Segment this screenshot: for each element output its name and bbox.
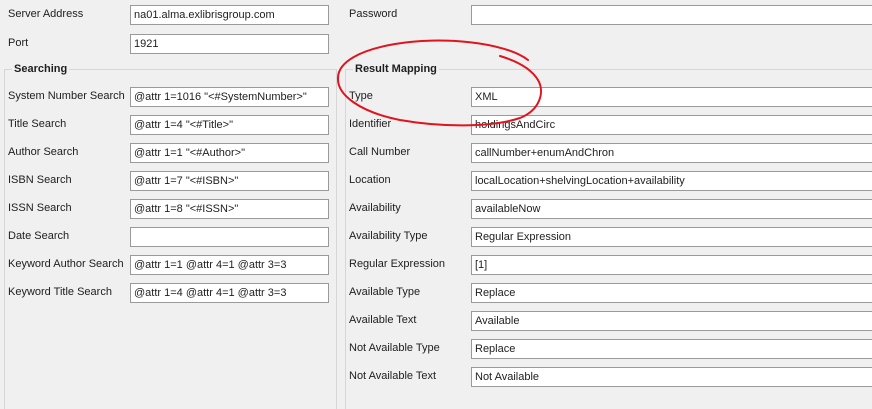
mapping-identifier-label: Identifier [349, 118, 392, 130]
mapping-not-available-text-field[interactable]: Not Available [471, 367, 872, 387]
mapping-type-field[interactable]: XML [471, 87, 872, 107]
mapping-available-type-field[interactable]: Replace [471, 283, 872, 303]
date-search-label: Date Search [8, 230, 70, 242]
keyword-title-search-label: Keyword Title Search [8, 286, 112, 298]
mapping-not-available-type-field[interactable]: Replace [471, 339, 872, 359]
mapping-available-type-label: Available Type [349, 286, 421, 298]
mapping-regular-expression-field[interactable]: [1] [471, 255, 872, 275]
result-mapping-group-title: Result Mapping [353, 63, 439, 75]
title-search-field[interactable]: @attr 1=4 "<#Title>" [130, 115, 329, 135]
mapping-call-number-label: Call Number [349, 146, 411, 158]
mapping-identifier-field[interactable]: holdingsAndCirc [471, 115, 872, 135]
mapping-availability-type-field[interactable]: Regular Expression [471, 227, 872, 247]
mapping-availability-label: Availability [349, 202, 401, 214]
issn-search-label: ISSN Search [8, 202, 72, 214]
mapping-available-text-label: Available Text [349, 314, 417, 326]
keyword-author-search-field[interactable]: @attr 1=1 @attr 4=1 @attr 3=3 [130, 255, 329, 275]
mapping-available-text-field[interactable]: Available [471, 311, 872, 331]
password-label: Password [349, 8, 398, 20]
mapping-not-available-type-label: Not Available Type [349, 342, 440, 354]
system-number-search-field[interactable]: @attr 1=1016 "<#SystemNumber>" [130, 87, 329, 107]
author-search-field[interactable]: @attr 1=1 "<#Author>" [130, 143, 329, 163]
system-number-search-label: System Number Search [8, 90, 125, 102]
isbn-search-field[interactable]: @attr 1=7 "<#ISBN>" [130, 171, 329, 191]
date-search-field[interactable] [130, 227, 329, 247]
password-field[interactable] [471, 5, 872, 25]
mapping-availability-field[interactable]: availableNow [471, 199, 872, 219]
mapping-not-available-text-label: Not Available Text [349, 370, 437, 382]
mapping-call-number-field[interactable]: callNumber+enumAndChron [471, 143, 872, 163]
mapping-availability-type-label: Availability Type [349, 230, 428, 242]
mapping-regular-expression-label: Regular Expression [349, 258, 445, 270]
server-address-field[interactable]: na01.alma.exlibrisgroup.com [130, 5, 329, 25]
mapping-type-label: Type [349, 90, 373, 102]
port-label: Port [8, 37, 29, 49]
port-field[interactable]: 1921 [130, 34, 329, 54]
settings-panel: Server Address na01.alma.exlibrisgroup.c… [0, 0, 872, 409]
mapping-location-label: Location [349, 174, 391, 186]
keyword-author-search-label: Keyword Author Search [8, 258, 124, 270]
mapping-location-field[interactable]: localLocation+shelvingLocation+availabil… [471, 171, 872, 191]
author-search-label: Author Search [8, 146, 79, 158]
keyword-title-search-field[interactable]: @attr 1=4 @attr 4=1 @attr 3=3 [130, 283, 329, 303]
title-search-label: Title Search [8, 118, 67, 130]
issn-search-field[interactable]: @attr 1=8 "<#ISSN>" [130, 199, 329, 219]
server-address-label: Server Address [8, 8, 84, 20]
isbn-search-label: ISBN Search [8, 174, 72, 186]
searching-group-title: Searching [12, 63, 70, 75]
